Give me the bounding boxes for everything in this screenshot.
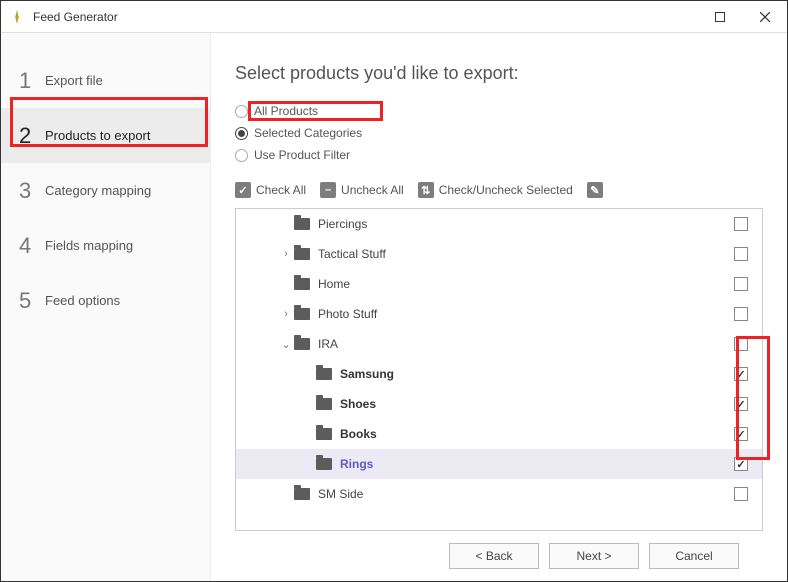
- sidebar-step-3[interactable]: 3Category mapping: [1, 163, 210, 218]
- back-button[interactable]: < Back: [449, 543, 539, 569]
- toolbar-extra-icon[interactable]: ✎: [587, 182, 603, 198]
- radio-group: All Products Selected Categories Use Produ…: [235, 100, 763, 166]
- sidebar-step-1[interactable]: 1Export file: [1, 53, 210, 108]
- category-name: Home: [318, 277, 734, 291]
- next-button[interactable]: Next >: [549, 543, 639, 569]
- folder-icon: [316, 428, 332, 440]
- radio-icon: [235, 149, 248, 162]
- sidebar-step-2[interactable]: 2Products to export: [1, 108, 210, 163]
- sidebar-step-5[interactable]: 5Feed options: [1, 273, 210, 328]
- category-name: Samsung: [340, 367, 734, 381]
- category-name: IRA: [318, 337, 734, 351]
- expand-icon[interactable]: ›: [278, 308, 294, 320]
- tree-row[interactable]: Piercings: [236, 209, 762, 239]
- main-title: Select products you'd like to export:: [235, 63, 763, 84]
- category-checkbox[interactable]: [734, 427, 748, 441]
- uncheck-all-button[interactable]: – Uncheck All: [320, 182, 404, 198]
- tree-row[interactable]: Rings: [236, 449, 762, 479]
- folder-icon: [294, 278, 310, 290]
- titlebar: Feed Generator: [1, 1, 787, 33]
- category-tree-scroll[interactable]: Piercings › Tactical Stuff Home › Photo Stuff…: [236, 209, 762, 530]
- category-name: Photo Stuff: [318, 307, 734, 321]
- category-name: SM Side: [318, 487, 734, 501]
- tree-row[interactable]: ⌄ IRA: [236, 329, 762, 359]
- category-checkbox[interactable]: [734, 487, 748, 501]
- toggle-selected-label: Check/Uncheck Selected: [439, 183, 573, 197]
- tree-row[interactable]: SM Side: [236, 479, 762, 509]
- step-number: 4: [19, 233, 45, 259]
- tree-row[interactable]: › Tactical Stuff: [236, 239, 762, 269]
- category-name: Piercings: [318, 217, 734, 231]
- folder-icon: [294, 338, 310, 350]
- sidebar: 1Export file2Products to export3Category…: [1, 33, 211, 581]
- check-all-icon: ✓: [235, 182, 251, 198]
- footer: < Back Next > Cancel: [235, 531, 763, 581]
- step-number: 3: [19, 178, 45, 204]
- folder-icon: [316, 398, 332, 410]
- folder-icon: [316, 458, 332, 470]
- body: 1Export file2Products to export3Category…: [1, 33, 787, 581]
- step-label: Feed options: [45, 293, 120, 308]
- step-number: 1: [19, 68, 45, 94]
- uncheck-all-icon: –: [320, 182, 336, 198]
- toggle-selected-icon: ⇅: [418, 182, 434, 198]
- step-label: Products to export: [45, 128, 151, 143]
- tree-row[interactable]: Home: [236, 269, 762, 299]
- check-all-label: Check All: [256, 183, 306, 197]
- category-name: Rings: [340, 457, 734, 471]
- folder-icon: [294, 308, 310, 320]
- close-button[interactable]: [742, 2, 787, 32]
- folder-icon: [294, 488, 310, 500]
- radio-selected-categories[interactable]: Selected Categories: [235, 122, 763, 144]
- toggle-selected-button[interactable]: ⇅ Check/Uncheck Selected: [418, 182, 573, 198]
- expand-icon[interactable]: ⌄: [278, 338, 294, 351]
- main-panel: Select products you'd like to export: Al…: [211, 33, 787, 581]
- category-checkbox[interactable]: [734, 217, 748, 231]
- category-checkbox[interactable]: [734, 457, 748, 471]
- maximize-button[interactable]: [697, 2, 742, 32]
- category-checkbox[interactable]: [734, 277, 748, 291]
- step-label: Fields mapping: [45, 238, 133, 253]
- check-all-button[interactable]: ✓ Check All: [235, 182, 306, 198]
- folder-icon: [294, 218, 310, 230]
- radio-label: Use Product Filter: [254, 148, 350, 162]
- category-checkbox[interactable]: [734, 247, 748, 261]
- step-label: Category mapping: [45, 183, 151, 198]
- window-title: Feed Generator: [33, 10, 697, 24]
- radio-label: All Products: [254, 104, 318, 118]
- category-tree: Piercings › Tactical Stuff Home › Photo Stuff…: [235, 208, 763, 531]
- radio-icon: [235, 127, 248, 140]
- uncheck-all-label: Uncheck All: [341, 183, 404, 197]
- radio-label: Selected Categories: [254, 126, 362, 140]
- radio-use-product-filter[interactable]: Use Product Filter: [235, 144, 763, 166]
- tree-row[interactable]: Samsung: [236, 359, 762, 389]
- category-checkbox[interactable]: [734, 307, 748, 321]
- app-icon: [9, 9, 25, 25]
- category-checkbox[interactable]: [734, 397, 748, 411]
- category-name: Tactical Stuff: [318, 247, 734, 261]
- folder-icon: [294, 248, 310, 260]
- folder-icon: [316, 368, 332, 380]
- category-name: Books: [340, 427, 734, 441]
- category-checkbox[interactable]: [734, 337, 748, 351]
- feed-generator-window: Feed Generator 1Export file2Products to …: [0, 0, 788, 582]
- toolbar: ✓ Check All – Uncheck All ⇅ Check/Unchec…: [235, 182, 763, 198]
- category-name: Shoes: [340, 397, 734, 411]
- step-number: 5: [19, 288, 45, 314]
- tree-row[interactable]: Shoes: [236, 389, 762, 419]
- sidebar-step-4[interactable]: 4Fields mapping: [1, 218, 210, 273]
- tree-row[interactable]: Books: [236, 419, 762, 449]
- step-label: Export file: [45, 73, 103, 88]
- radio-icon: [235, 105, 248, 118]
- step-number: 2: [19, 123, 45, 149]
- category-checkbox[interactable]: [734, 367, 748, 381]
- expand-icon[interactable]: ›: [278, 248, 294, 260]
- radio-all-products[interactable]: All Products: [235, 100, 763, 122]
- tree-row[interactable]: › Photo Stuff: [236, 299, 762, 329]
- cancel-button[interactable]: Cancel: [649, 543, 739, 569]
